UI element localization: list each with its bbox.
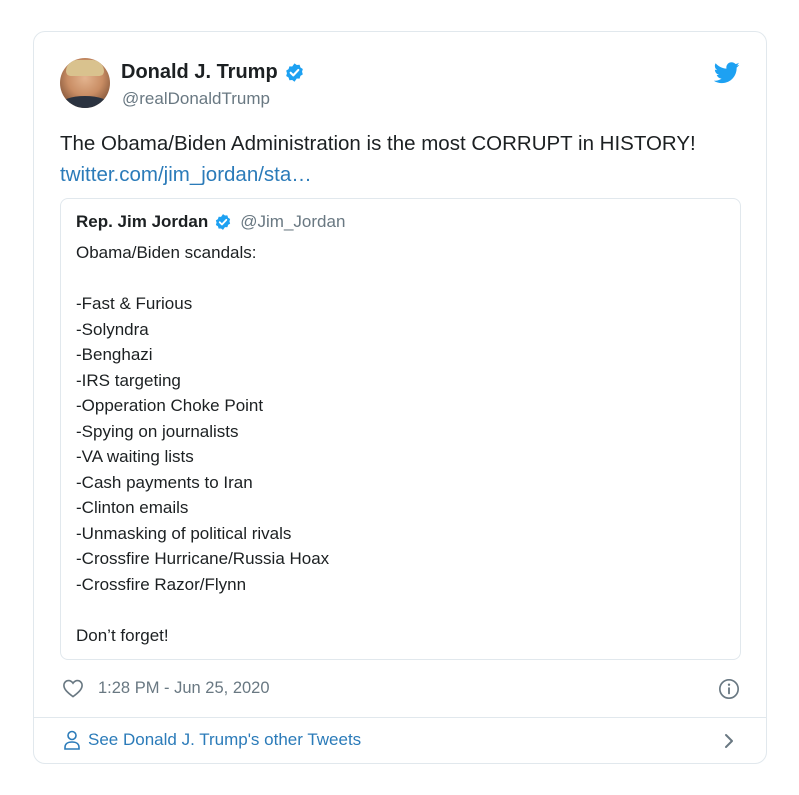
quoted-tweet-line: -Crossfire Hurricane/Russia Hoax <box>76 549 330 568</box>
quoted-tweet[interactable]: Rep. Jim Jordan @Jim_Jordan Obama/Biden … <box>60 198 741 660</box>
info-icon[interactable] <box>718 678 740 700</box>
tweet-body: The Obama/Biden Administration is the mo… <box>60 132 696 155</box>
author-handle[interactable]: @realDonaldTrump <box>122 89 270 109</box>
quoted-tweet-line: -Opperation Choke Point <box>76 396 264 415</box>
quoted-tweet-line: -Fast & Furious <box>76 294 193 313</box>
heart-icon[interactable] <box>62 678 84 698</box>
quoted-tweet-body: Obama/Biden scandals: -Fast & Furious -So… <box>76 240 329 648</box>
quoted-tweet-line <box>76 597 329 623</box>
quoted-tweet-line: -Crossfire Razor/Flynn <box>76 574 247 594</box>
author-name-row: Donald J. Trump <box>121 61 305 84</box>
quoted-tweet-line: -Unmasking of political rivals <box>76 523 292 543</box>
quoted-tweet-line: Don’t forget! <box>76 625 169 645</box>
quoted-tweet-header: Rep. Jim Jordan @Jim_Jordan <box>76 212 345 232</box>
quoted-author-name: Rep. Jim Jordan <box>76 212 209 231</box>
verified-badge-icon <box>216 214 231 230</box>
other-tweets-link[interactable]: See Donald J. Trump's other Tweets <box>64 730 361 750</box>
quoted-tweet-line: -Spying on journalists <box>76 421 239 441</box>
tweet-timestamp[interactable]: 1:28 PM - Jun 25, 2020 <box>98 679 270 698</box>
tweet-header: Donald J. Trump @realDonaldTrump <box>60 58 740 114</box>
quoted-tweet-line <box>76 266 329 292</box>
quoted-tweet-line: -Cash payments to Iran <box>76 472 253 492</box>
quoted-author-handle: @Jim_Jordan <box>240 212 346 231</box>
twitter-bird-icon[interactable] <box>714 62 740 84</box>
author-name[interactable]: Donald J. Trump <box>121 61 278 84</box>
quoted-tweet-line: -Benghazi <box>76 345 153 364</box>
tweet-link[interactable]: twitter.com/jim_jordan/sta… <box>60 159 750 190</box>
chevron-right-icon[interactable] <box>722 732 736 750</box>
quoted-tweet-line: -IRS targeting <box>76 370 181 390</box>
quoted-tweet-line: -VA waiting lists <box>76 447 194 466</box>
quoted-tweet-line: -Solyndra <box>76 319 149 339</box>
avatar[interactable] <box>60 58 110 108</box>
tweet-meta: 1:28 PM - Jun 25, 2020 <box>62 678 270 698</box>
user-icon <box>64 730 80 750</box>
quoted-tweet-line: -Clinton emails <box>76 498 189 517</box>
embedded-tweet-card: Donald J. Trump @realDonaldTrump The Oba… <box>33 31 767 764</box>
footer-divider <box>34 717 766 718</box>
other-tweets-label[interactable]: See Donald J. Trump's other Tweets <box>88 730 361 750</box>
tweet-text: The Obama/Biden Administration is the mo… <box>60 128 750 190</box>
quoted-tweet-line: Obama/Biden scandals: <box>76 243 257 262</box>
verified-badge-icon <box>285 63 303 82</box>
